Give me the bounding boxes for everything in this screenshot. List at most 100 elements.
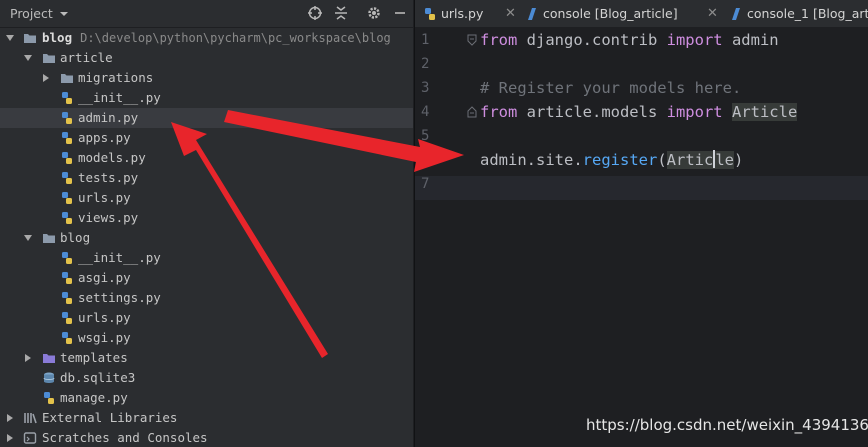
tree-item-scratches[interactable]: Scratches and Consoles — [0, 428, 413, 447]
collapsed-arrow-icon[interactable] — [41, 73, 51, 83]
tree-item-file[interactable]: models.py — [0, 148, 413, 168]
tree-item-label: tests.py — [78, 170, 139, 185]
tree-item-article[interactable]: article — [0, 48, 413, 68]
python-file-icon — [62, 172, 72, 184]
tree-item-label: External Libraries — [42, 410, 178, 425]
code-line-4: from article.models import Article — [480, 100, 798, 124]
folder-icon — [61, 74, 73, 83]
code-token: ( — [657, 151, 667, 169]
python-file-icon — [44, 392, 54, 404]
line-number: 5 — [421, 128, 430, 144]
tree-item-file[interactable]: tests.py — [0, 168, 413, 188]
code-token: ) — [734, 151, 744, 169]
gear-icon[interactable] — [366, 5, 382, 21]
python-file-icon — [62, 212, 72, 224]
tree-item-label: asgi.py — [78, 270, 131, 285]
tree-item-blog-package[interactable]: blog — [0, 228, 413, 248]
tree-item-database[interactable]: db.sqlite3 — [0, 368, 413, 388]
tab-label: console_1 [Blog_arti — [747, 6, 868, 21]
console-icon — [732, 8, 740, 20]
code-line-6: admin.site.register(Artic le) — [480, 148, 743, 172]
tree-item-label: __init__.py — [78, 90, 161, 105]
editor-tab-bar: urls.py ✕ console [Blog_article] ✕ conso… — [415, 0, 868, 28]
code-line-1: from django.contrib import admin — [480, 28, 779, 52]
keyword: from — [480, 31, 518, 49]
project-path: D:\develop\python\pycharm\pc_workspace\b… — [80, 31, 391, 45]
close-icon[interactable]: ✕ — [505, 0, 516, 27]
fold-marker-icon[interactable] — [467, 106, 477, 118]
tree-item-label: migrations — [78, 70, 154, 85]
python-file-icon — [62, 312, 72, 324]
code-token: django.contrib — [517, 31, 667, 49]
editor-area: urls.py ✕ console [Blog_article] ✕ conso… — [414, 0, 868, 447]
templates-folder-icon — [43, 354, 55, 363]
code-token: admin — [722, 31, 779, 49]
expanded-arrow-icon[interactable] — [5, 33, 15, 43]
tree-item-label: manage.py — [60, 390, 128, 405]
tree-item-label: views.py — [78, 210, 139, 225]
tree-item-label: admin.py — [78, 110, 139, 125]
collapsed-arrow-icon[interactable] — [5, 433, 15, 443]
tree-item-external-libraries[interactable]: External Libraries — [0, 408, 413, 428]
python-file-icon — [62, 92, 72, 104]
tree-item-file[interactable]: __init__.py — [0, 88, 413, 108]
tab-urls-py[interactable]: urls.py ✕ — [419, 0, 527, 27]
console-icon — [528, 8, 536, 20]
keyword: import — [666, 103, 723, 121]
tree-item-templates[interactable]: templates — [0, 348, 413, 368]
crosshair-icon[interactable] — [307, 5, 323, 21]
watermark-text: https://blog.csdn.net/weixin_43941364 — [586, 416, 868, 434]
python-file-icon — [62, 272, 72, 284]
tab-console-blog-article[interactable]: console [Blog_article] ✕ — [521, 0, 726, 27]
tree-item-file[interactable]: urls.py — [0, 188, 413, 208]
tree-item-file[interactable]: __init__.py — [0, 248, 413, 268]
tree-item-migrations[interactable]: migrations — [0, 68, 413, 88]
collapse-all-icon[interactable] — [333, 5, 349, 21]
code-editor[interactable]: 1 2 3 4 5 6 7 from django.contrib import… — [415, 28, 868, 447]
fold-marker-icon[interactable] — [467, 34, 477, 46]
python-file-icon — [425, 8, 435, 20]
tree-item-file[interactable]: urls.py — [0, 308, 413, 328]
expanded-arrow-icon[interactable] — [23, 233, 33, 243]
tree-item-file[interactable]: manage.py — [0, 388, 413, 408]
tree-item-file[interactable]: wsgi.py — [0, 328, 413, 348]
line-number: 4 — [421, 104, 430, 120]
minimize-icon[interactable] — [392, 5, 408, 21]
code-token: le — [715, 151, 734, 169]
folder-icon — [24, 34, 36, 43]
tree-item-label: urls.py — [78, 190, 131, 205]
tab-label: urls.py — [441, 6, 484, 21]
project-panel: Project blog D:\develop\python\pycharm\pc… — [0, 0, 413, 447]
tree-item-blog-root[interactable]: blog D:\develop\python\pycharm\pc_workspa… — [0, 28, 413, 48]
tree-item-admin-py[interactable]: admin.py — [0, 108, 413, 128]
tree-item-label: Scratches and Consoles — [42, 430, 208, 445]
line-number-active: 6 — [421, 152, 430, 168]
line-number: 3 — [421, 80, 430, 96]
project-view-selector[interactable]: Project — [10, 6, 69, 21]
python-file-icon — [62, 112, 72, 124]
python-file-icon — [62, 292, 72, 304]
keyword: from — [480, 103, 518, 121]
tree-item-label: __init__.py — [78, 250, 161, 265]
tree-item-label: blog — [60, 230, 91, 245]
code-line-3: # Register your models here. — [480, 79, 742, 97]
python-file-icon — [62, 252, 72, 264]
current-line-highlight — [415, 176, 868, 200]
tree-item-label: settings.py — [78, 290, 161, 305]
close-icon[interactable]: ✕ — [707, 0, 718, 27]
highlighted-usage: Article — [731, 103, 798, 121]
tree-item-label: templates — [60, 350, 128, 365]
collapsed-arrow-icon[interactable] — [5, 413, 15, 423]
tree-item-label: article — [60, 50, 113, 65]
expanded-arrow-icon[interactable] — [23, 53, 33, 63]
collapsed-arrow-icon[interactable] — [23, 353, 33, 363]
tree-item-file[interactable]: settings.py — [0, 288, 413, 308]
tab-console-1[interactable]: console_1 [Blog_arti — [725, 0, 868, 27]
scratches-icon — [23, 432, 37, 444]
tree-item-file[interactable]: asgi.py — [0, 268, 413, 288]
python-file-icon — [62, 132, 72, 144]
tree-item-file[interactable]: apps.py — [0, 128, 413, 148]
code-token: article.models — [517, 103, 667, 121]
tree-item-label: models.py — [78, 150, 146, 165]
tree-item-file[interactable]: views.py — [0, 208, 413, 228]
